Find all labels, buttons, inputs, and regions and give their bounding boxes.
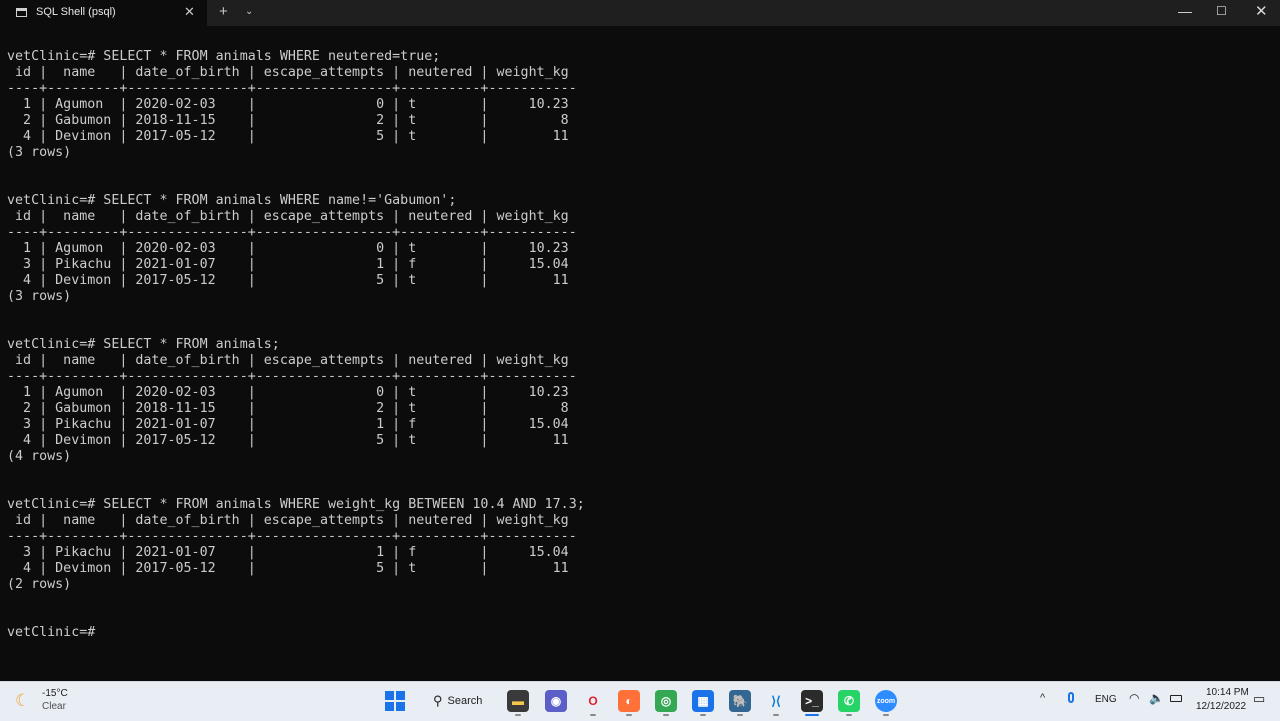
terminal-line: vetClinic=# SELECT * FROM animals WHERE … bbox=[7, 193, 457, 208]
terminal-line: vetClinic=# SELECT * FROM animals WHERE … bbox=[7, 497, 585, 512]
close-button[interactable]: ✕ bbox=[1255, 2, 1268, 20]
terminal-line: 1 | Agumon | 2020-02-03 | 0 | t | 10.23 bbox=[7, 97, 569, 112]
running-indicator bbox=[883, 714, 889, 716]
vscode-taskbar-button[interactable]: ⟩⟨ bbox=[765, 690, 787, 712]
terminal-line: vetClinic=# SELECT * FROM animals WHERE … bbox=[7, 49, 441, 64]
terminal-line: 2 | Gabumon | 2018-11-15 | 2 | t | 8 bbox=[7, 401, 569, 416]
terminal-line: vetClinic=# bbox=[7, 625, 96, 640]
tab-dropdown-button[interactable]: ⌄ bbox=[245, 6, 253, 17]
running-indicator bbox=[663, 714, 669, 716]
tab-close-button[interactable]: ✕ bbox=[184, 4, 195, 20]
firefox-icon: ◐ bbox=[625, 694, 633, 708]
file-explorer-taskbar-button[interactable]: ▬ bbox=[507, 690, 529, 712]
running-indicator bbox=[590, 714, 596, 716]
wifi-icon[interactable]: ◠ bbox=[1129, 691, 1139, 705]
new-tab-button[interactable]: + bbox=[219, 3, 228, 20]
whatsapp-taskbar-button[interactable]: ✆ bbox=[838, 690, 860, 712]
minimize-button[interactable]: — bbox=[1178, 3, 1192, 19]
terminal-line: ----+---------+---------------+---------… bbox=[7, 529, 577, 544]
terminal-line: id | name | date_of_birth | escape_attem… bbox=[7, 513, 569, 528]
notification-icon[interactable]: ▭ bbox=[1253, 691, 1265, 707]
running-indicator bbox=[626, 714, 632, 716]
running-indicator bbox=[737, 714, 743, 716]
whatsapp-icon: ✆ bbox=[843, 694, 855, 708]
terminal-line: 4 | Devimon | 2017-05-12 | 5 | t | 11 bbox=[7, 273, 569, 288]
chrome-icon: ◎ bbox=[660, 694, 672, 708]
weather-temperature[interactable]: -15°C bbox=[42, 688, 68, 699]
file-explorer-icon: ▬ bbox=[512, 694, 524, 708]
zoom-taskbar-button[interactable]: zoom bbox=[875, 690, 897, 712]
battery-icon[interactable] bbox=[1170, 695, 1182, 702]
terminal-line: 1 | Agumon | 2020-02-03 | 0 | t | 10.23 bbox=[7, 241, 569, 256]
terminal-line: 3 | Pikachu | 2021-01-07 | 1 | f | 15.04 bbox=[7, 545, 569, 560]
terminal-line: 4 | Devimon | 2017-05-12 | 5 | t | 11 bbox=[7, 561, 569, 576]
control-panel-taskbar-button[interactable]: ▦ bbox=[692, 690, 714, 712]
terminal-output[interactable]: vetClinic=# SELECT * FROM animals WHERE … bbox=[7, 49, 1267, 679]
terminal-line: (2 rows) bbox=[7, 577, 72, 592]
terminal-line: ----+---------+---------------+---------… bbox=[7, 81, 577, 96]
terminal-line: (4 rows) bbox=[7, 449, 72, 464]
title-bar: SQL Shell (psql) ✕ + ⌄ — ☐ ✕ bbox=[0, 0, 1280, 26]
taskbar: ☾ -15°C Clear ⚲ Search ▬ ◉ O ◐ ◎ ▦ 🐘 ⟩⟨ >_ ✆ zoom … bbox=[0, 681, 1280, 721]
microphone-icon[interactable] bbox=[1068, 692, 1074, 703]
pgadmin-taskbar-button[interactable]: 🐘 bbox=[729, 690, 751, 712]
terminal-line: 1 | Agumon | 2020-02-03 | 0 | t | 10.23 bbox=[7, 385, 569, 400]
terminal-line: id | name | date_of_birth | escape_attem… bbox=[7, 209, 569, 224]
terminal-line: 4 | Devimon | 2017-05-12 | 5 | t | 11 bbox=[7, 433, 569, 448]
terminal-line: ----+---------+---------------+---------… bbox=[7, 369, 577, 384]
opera-icon: O bbox=[588, 694, 598, 708]
show-hidden-icons-chevron-icon[interactable]: ^ bbox=[1040, 692, 1045, 704]
search-label: Search bbox=[447, 695, 483, 707]
search-icon: ⚲ bbox=[433, 693, 443, 708]
control-panel-icon: ▦ bbox=[697, 694, 709, 708]
windows-logo-icon bbox=[385, 691, 394, 700]
volume-icon[interactable]: 🔈 bbox=[1149, 691, 1164, 705]
zoom-icon: zoom bbox=[876, 697, 896, 705]
clock-time[interactable]: 10:14 PM bbox=[1206, 687, 1249, 698]
running-indicator bbox=[846, 714, 852, 716]
terminal-line: 3 | Pikachu | 2021-01-07 | 1 | f | 15.04 bbox=[7, 257, 569, 272]
chrome-taskbar-button[interactable]: ◎ bbox=[655, 690, 677, 712]
terminal-line: (3 rows) bbox=[7, 289, 72, 304]
terminal-line: ----+---------+---------------+---------… bbox=[7, 225, 577, 240]
language-indicator[interactable]: ENG bbox=[1095, 694, 1117, 705]
terminal-line: 3 | Pikachu | 2021-01-07 | 1 | f | 15.04 bbox=[7, 417, 569, 432]
terminal-icon: >_ bbox=[805, 694, 819, 708]
vscode-icon: ⟩⟨ bbox=[771, 694, 781, 708]
pgadmin-icon: 🐘 bbox=[732, 694, 748, 708]
teams-chat-taskbar-button[interactable]: ◉ bbox=[545, 690, 567, 712]
terminal-line: 2 | Gabumon | 2018-11-15 | 2 | t | 8 bbox=[7, 113, 569, 128]
running-indicator bbox=[515, 714, 521, 716]
opera-taskbar-button[interactable]: O bbox=[582, 690, 604, 712]
running-indicator bbox=[700, 714, 706, 716]
running-indicator bbox=[805, 714, 819, 716]
terminal-line: (3 rows) bbox=[7, 145, 72, 160]
teams-chat-icon: ◉ bbox=[550, 694, 562, 708]
terminal-line: id | name | date_of_birth | escape_attem… bbox=[7, 65, 569, 80]
firefox-taskbar-button[interactable]: ◐ bbox=[618, 690, 640, 712]
tab-sql-shell[interactable]: SQL Shell (psql) ✕ bbox=[0, 0, 207, 26]
terminal-line: 4 | Devimon | 2017-05-12 | 5 | t | 11 bbox=[7, 129, 569, 144]
terminal-icon bbox=[16, 8, 27, 17]
running-indicator bbox=[773, 714, 779, 716]
taskbar-search-button[interactable]: ⚲ Search bbox=[423, 690, 495, 712]
terminal-line: vetClinic=# SELECT * FROM animals; bbox=[7, 337, 280, 352]
moon-icon[interactable]: ☾ bbox=[15, 691, 30, 711]
windows-start-button[interactable] bbox=[384, 690, 406, 712]
terminal-line: id | name | date_of_birth | escape_attem… bbox=[7, 353, 569, 368]
maximize-button[interactable]: ☐ bbox=[1216, 4, 1227, 18]
clock-date[interactable]: 12/12/2022 bbox=[1196, 701, 1246, 712]
weather-description[interactable]: Clear bbox=[42, 701, 66, 712]
tab-title: SQL Shell (psql) bbox=[36, 6, 116, 18]
terminal-taskbar-button[interactable]: >_ bbox=[801, 690, 823, 712]
